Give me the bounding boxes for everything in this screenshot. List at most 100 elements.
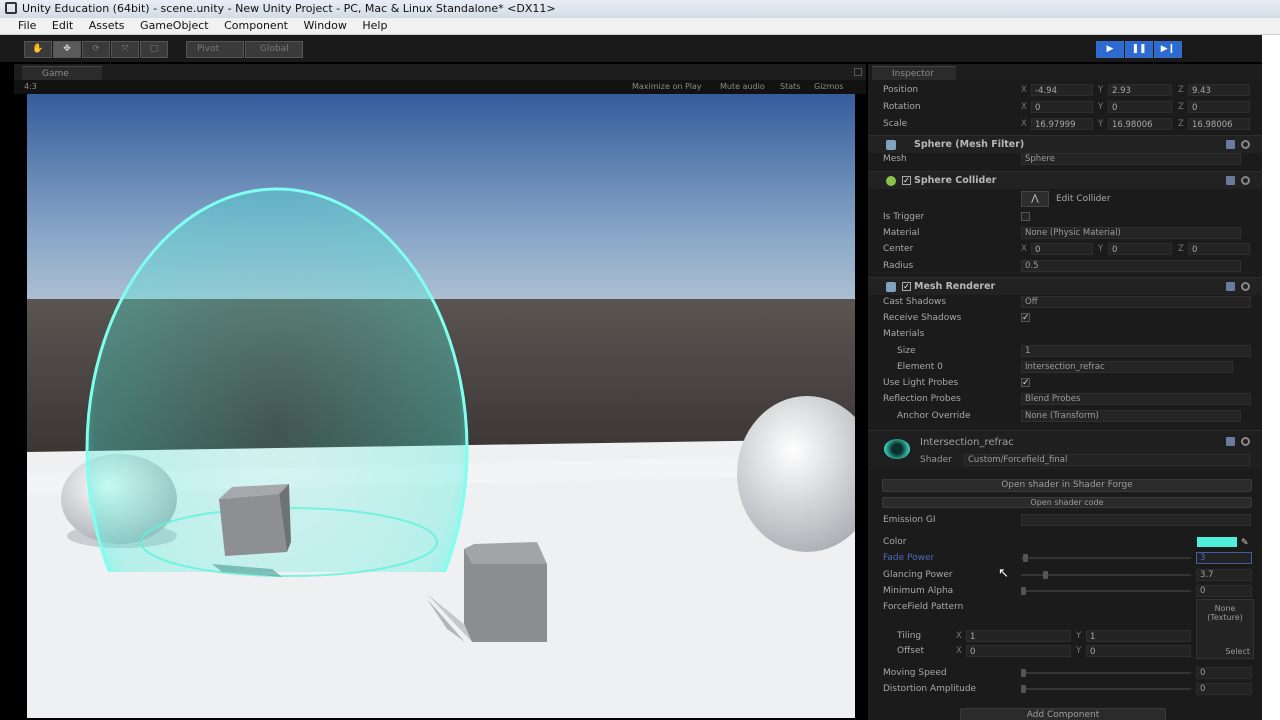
anchor-override-field[interactable]: None (Transform) [1021,410,1241,422]
renderer-enabled-checkbox[interactable]: ✓ [902,282,911,291]
menu-gameobject[interactable]: GameObject [140,18,209,34]
emission-gi-dropdown[interactable] [1021,514,1251,526]
gear-icon[interactable] [1241,176,1250,185]
rotation-x-field[interactable]: 0 [1031,100,1093,113]
is-trigger-checkbox[interactable] [1021,212,1030,221]
fade-power-knob[interactable] [1023,554,1028,562]
pivot-toggle[interactable]: Pivot [186,41,244,58]
scale-x-field[interactable]: 16.97999 [1031,117,1093,130]
window-title-bar: Unity Education (64bit) - scene.unity - … [0,0,1280,18]
move-tool-icon[interactable]: ✥ [53,41,81,58]
light-probes-checkbox[interactable]: ✓ [1021,378,1030,388]
rotation-y-field[interactable]: 0 [1108,100,1172,113]
color-swatch[interactable] [1197,537,1237,547]
help-book-icon[interactable] [1226,282,1235,291]
materials-row[interactable]: Materials [868,326,1262,342]
tiling-x-field[interactable]: 1 [966,629,1071,642]
fade-power-field[interactable]: 3 [1196,552,1252,564]
radius-field[interactable]: 0.5 [1021,260,1241,272]
rotate-tool-icon[interactable]: ⟳ [82,41,110,58]
distortion-row: Distortion Amplitude 0 [868,681,1262,697]
material-header[interactable]: Intersection_refrac Shader Custom/Forcef… [868,430,1262,470]
center-x-field[interactable]: 0 [1031,242,1093,255]
game-viewport[interactable] [27,94,855,718]
shader-dropdown[interactable]: Custom/Forcefield_final [964,454,1250,466]
gear-icon[interactable] [1241,437,1250,446]
collider-enabled-checkbox[interactable]: ✓ [902,176,911,185]
glancing-power-field[interactable]: 3.7 [1196,569,1252,581]
help-book-icon[interactable] [1226,140,1235,149]
menu-file[interactable]: File [18,18,36,34]
menu-component[interactable]: Component [224,18,288,34]
reflection-probes-dropdown[interactable]: Blend Probes [1021,393,1251,405]
mute-audio-toggle[interactable]: Mute audio [720,80,765,94]
gizmos-dropdown[interactable]: Gizmos [814,80,843,94]
scale-y-field[interactable]: 16.98006 [1108,117,1172,130]
position-z-field[interactable]: 9.43 [1188,83,1250,96]
mesh-filter-icon [886,140,896,150]
tiling-y-field[interactable]: 1 [1086,629,1191,642]
gear-icon[interactable] [1241,282,1250,291]
open-shader-code-button[interactable]: Open shader code [882,497,1252,508]
receive-shadows-checkbox[interactable]: ✓ [1021,313,1030,323]
center-row: Center X0 Y0 Z0 [868,241,1262,257]
open-shader-forge-button[interactable]: Open shader in Shader Forge [882,479,1252,492]
glancing-power-knob[interactable] [1043,571,1048,579]
add-component-button[interactable]: Add Component [960,708,1166,720]
element0-field[interactable]: Intersection_refrac [1021,361,1233,373]
center-z-field[interactable]: 0 [1188,242,1250,255]
mesh-row: Mesh Sphere [868,151,1262,167]
center-y-field[interactable]: 0 [1108,242,1172,255]
menu-assets[interactable]: Assets [89,18,125,34]
menu-help[interactable]: Help [362,18,387,34]
rotation-z-field[interactable]: 0 [1188,100,1250,113]
panel-menu-icon[interactable] [854,68,862,76]
step-button[interactable]: ▶❙ [1154,41,1182,58]
maximize-on-play-toggle[interactable]: Maximize on Play [632,80,702,94]
hand-tool-icon[interactable]: ✋ [24,41,52,58]
pause-button[interactable]: ❚❚ [1125,41,1153,58]
mesh-renderer-header[interactable]: ✓ Mesh Renderer [868,277,1262,295]
physic-material-field[interactable]: None (Physic Material) [1021,227,1241,239]
edit-collider-row: ⋀ Edit Collider [868,189,1262,209]
moving-speed-field[interactable]: 0 [1196,667,1252,679]
tab-inspector[interactable]: Inspector [872,66,956,80]
help-book-icon[interactable] [1226,176,1235,185]
cast-shadows-dropdown[interactable]: Off [1021,296,1251,308]
eyedropper-icon[interactable]: ✎ [1241,535,1249,551]
stats-toggle[interactable]: Stats [780,80,800,94]
scale-z-field[interactable]: 16.98006 [1188,117,1250,130]
play-button[interactable]: ▶ [1096,41,1124,58]
menu-edit[interactable]: Edit [52,18,73,34]
distortion-field[interactable]: 0 [1196,683,1252,695]
offset-y-field[interactable]: 0 [1086,644,1191,657]
position-x-field[interactable]: -4.94 [1031,83,1093,96]
mesh-field[interactable]: Sphere [1021,153,1241,165]
gear-icon[interactable] [1241,140,1250,149]
distortion-slider[interactable] [1021,688,1191,690]
menu-window[interactable]: Window [304,18,347,34]
minimum-alpha-knob[interactable] [1021,587,1026,595]
position-row: Position X -4.94 Y 2.93 Z 9.43 [868,82,1262,98]
distortion-knob[interactable] [1021,685,1026,693]
moving-speed-slider[interactable] [1021,672,1191,674]
offset-x-field[interactable]: 0 [966,644,1071,657]
fade-power-slider[interactable] [1021,557,1191,559]
moving-speed-knob[interactable] [1021,669,1026,677]
materials-size-field[interactable]: 1 [1021,345,1251,357]
rotation-row: Rotation X0 Y0 Z0 [868,99,1262,115]
rect-tool-icon[interactable]: ▢ [140,41,168,58]
minimum-alpha-slider[interactable] [1021,590,1191,592]
tab-game[interactable]: Game [22,66,102,80]
edit-collider-icon[interactable]: ⋀ [1021,191,1049,207]
global-toggle[interactable]: Global [245,41,303,58]
sphere-collider-header[interactable]: ✓ Sphere Collider [868,171,1262,189]
element0-row: Element 0 Intersection_refrac [868,359,1262,375]
scale-tool-icon[interactable]: ⤧ [111,41,139,58]
radius-row: Radius 0.5 [868,258,1262,274]
mouse-cursor-icon: ↖ [998,566,1009,581]
aspect-dropdown[interactable]: 4:3 [24,80,37,94]
help-book-icon[interactable] [1226,437,1235,446]
position-y-field[interactable]: 2.93 [1108,83,1172,96]
minimum-alpha-field[interactable]: 0 [1196,585,1252,597]
